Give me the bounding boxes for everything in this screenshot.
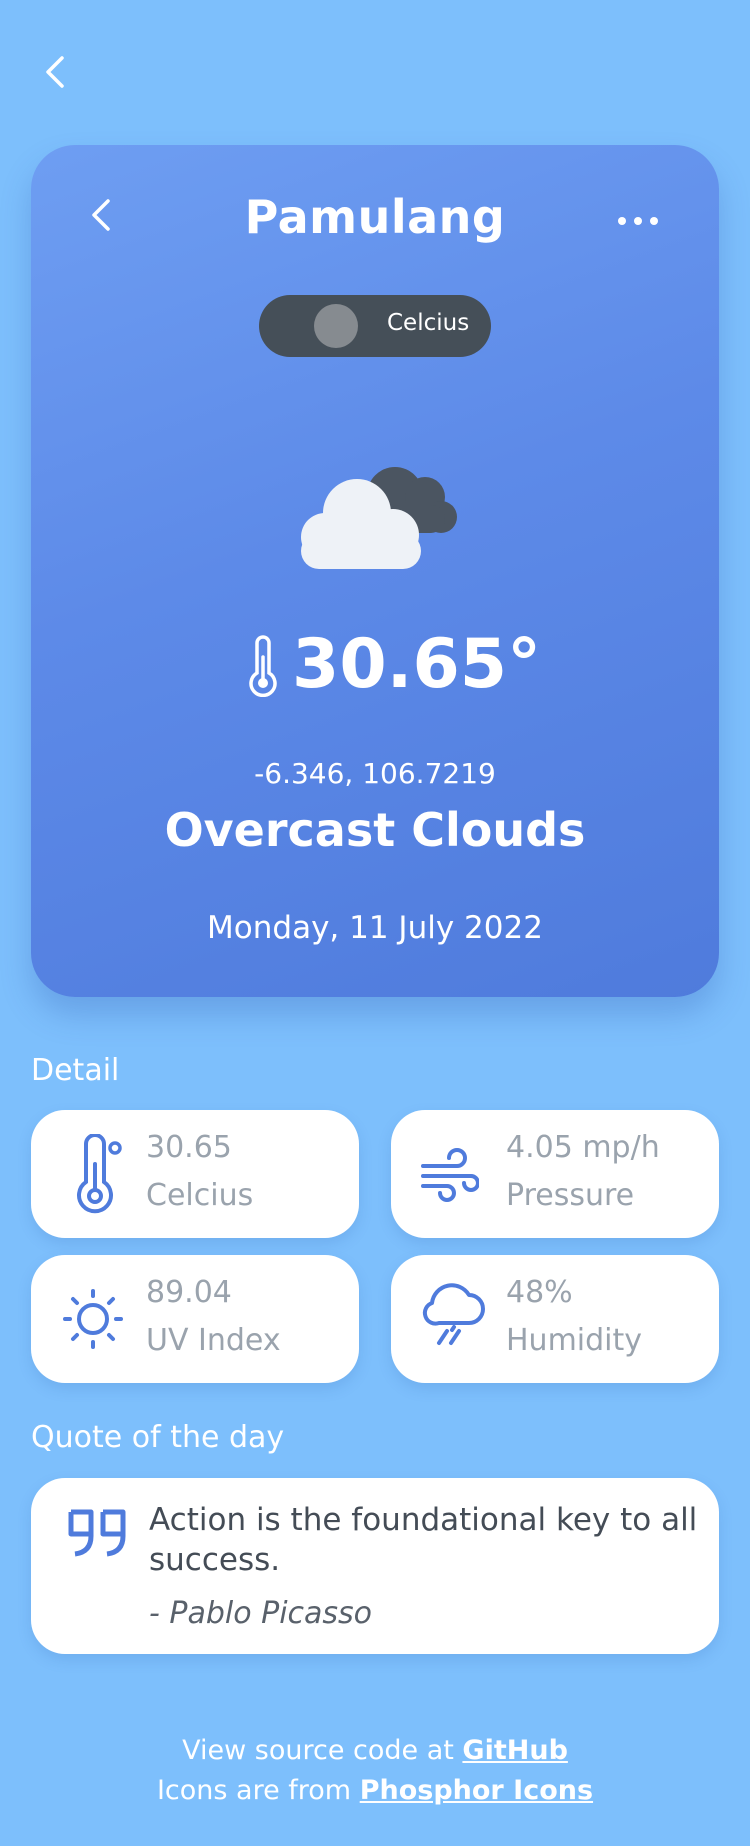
quote-text: Action is the foundational key to all su… <box>149 1502 698 1578</box>
tile-label: Pressure <box>506 1178 635 1213</box>
footer-source: View source code at GitHub <box>0 1735 750 1766</box>
phosphor-icons-link[interactable]: Phosphor Icons <box>360 1775 593 1806</box>
coordinates: -6.346, 106.7219 <box>254 757 496 790</box>
tile-value: 30.65 <box>146 1130 232 1165</box>
thermometer-icon <box>249 635 277 697</box>
weather-description: Overcast Clouds <box>164 803 586 857</box>
unit-toggle[interactable]: Celcius <box>259 295 491 357</box>
tile-value: 4.05 mp/h <box>506 1130 660 1165</box>
temperature-value: 30.65° <box>292 625 542 704</box>
detail-tile-temperature: 30.65 Celcius <box>31 1110 359 1238</box>
more-options-button[interactable] <box>618 210 670 226</box>
detail-tile-wind: 4.05 mp/h Pressure <box>391 1110 719 1238</box>
cloud-rain-icon <box>422 1283 485 1345</box>
quote-card: Action is the foundational key to all su… <box>31 1478 719 1654</box>
caret-left-icon <box>92 199 110 231</box>
footer-source-text: View source code at <box>182 1735 463 1766</box>
card-back-button[interactable] <box>86 195 118 235</box>
tile-label: Celcius <box>146 1178 254 1213</box>
detail-tile-humidity: 48% Humidity <box>391 1255 719 1383</box>
tile-label: Humidity <box>506 1323 643 1358</box>
tile-value: 89.04 <box>146 1275 232 1310</box>
detail-tile-uv: 89.04 UV Index <box>31 1255 359 1383</box>
quote-author: - Pablo Picasso <box>149 1596 373 1631</box>
detail-title: Detail <box>31 1053 120 1088</box>
toggle-knob[interactable] <box>314 304 358 348</box>
quote-title: Quote of the day <box>31 1420 285 1455</box>
caret-left-icon <box>46 56 64 88</box>
date: Monday, 11 July 2022 <box>207 910 543 946</box>
overcast-clouds-icon <box>285 455 465 575</box>
github-link[interactable]: GitHub <box>462 1735 567 1766</box>
thermometer-icon <box>77 1134 122 1214</box>
tile-value: 48% <box>506 1275 573 1310</box>
temperature-row: 30.65° <box>240 625 542 705</box>
dots-icon <box>618 217 626 225</box>
back-button[interactable] <box>36 48 76 96</box>
footer-icons-text: Icons are from <box>156 1775 360 1806</box>
sun-icon <box>63 1289 123 1349</box>
tile-label: UV Index <box>146 1323 281 1358</box>
footer-icons: Icons are from Phosphor Icons <box>0 1775 750 1806</box>
wind-icon <box>421 1148 479 1202</box>
city-title: Pamulang <box>244 190 506 244</box>
quotes-icon <box>68 1509 126 1557</box>
toggle-label: Celcius <box>387 310 470 336</box>
